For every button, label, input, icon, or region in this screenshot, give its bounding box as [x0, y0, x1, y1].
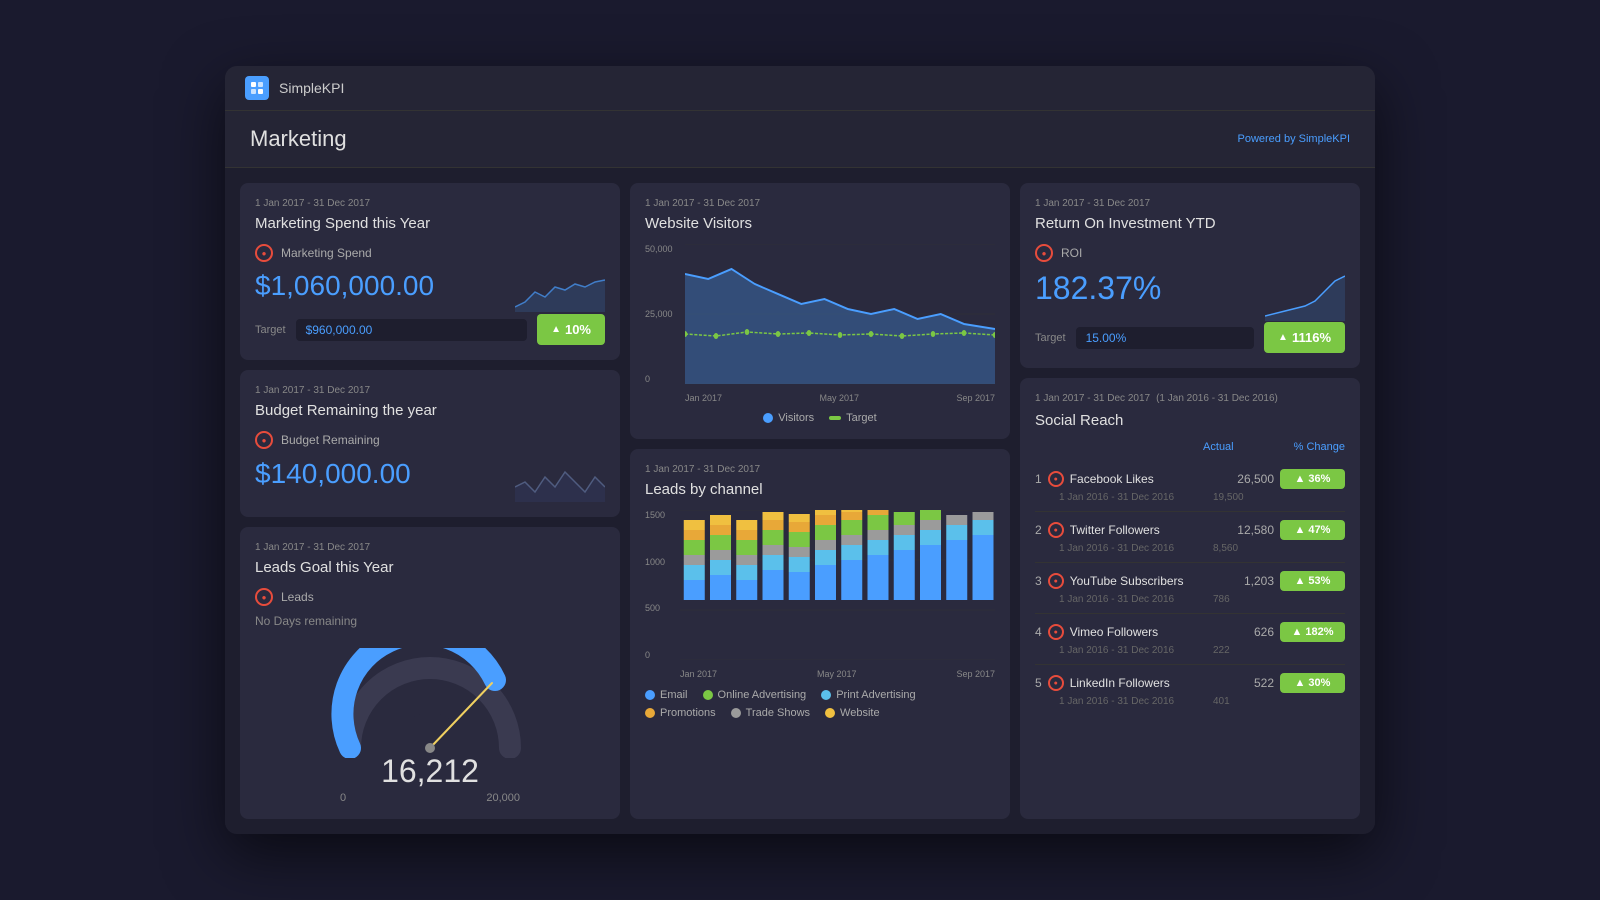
- app-window: SimpleKPI Marketing Powered by SimpleKPI…: [225, 66, 1375, 834]
- visitors-chart-svg: [685, 244, 995, 384]
- budget-remaining-icon: ●: [255, 431, 273, 449]
- marketing-spend-badge: ▲ 10%: [537, 314, 605, 345]
- page-title: Marketing: [250, 126, 347, 152]
- linkedin-icon: ●: [1048, 675, 1064, 691]
- app-title: SimpleKPI: [279, 80, 344, 96]
- social-reach-card: 1 Jan 2017 - 31 Dec 2017 (1 Jan 2016 - 3…: [1020, 378, 1360, 819]
- legend-visitors: Visitors: [763, 412, 814, 424]
- powered-by: Powered by SimpleKPI: [1237, 133, 1350, 145]
- social-item-2: 2 ● Twitter Followers 12,580 ▲47% 1 Jan …: [1035, 512, 1345, 563]
- website-visitors-chart: 50,000 25,000 0: [645, 244, 995, 404]
- leads-channel-date: 1 Jan 2017 - 31 Dec 2017: [645, 464, 995, 475]
- roi-target-row: Target 15.00% ▲ 1116%: [1035, 322, 1345, 353]
- social-reach-date2: (1 Jan 2016 - 31 Dec 2016): [1156, 393, 1278, 404]
- leads-goal-card: 1 Jan 2017 - 31 Dec 2017 Leads Goal this…: [240, 527, 620, 819]
- facebook-badge: ▲36%: [1280, 469, 1345, 489]
- vimeo-icon: ●: [1048, 624, 1064, 640]
- marketing-spend-card: 1 Jan 2017 - 31 Dec 2017 Marketing Spend…: [240, 183, 620, 360]
- budget-remaining-value: $140,000.00: [255, 458, 411, 490]
- leads-channel-x-labels: Jan 2017 May 2017 Sep 2017: [680, 669, 995, 679]
- leads-channel-svg: [680, 510, 995, 660]
- roi-icon: ●: [1035, 244, 1053, 262]
- twitter-icon: ●: [1048, 522, 1064, 538]
- roi-metric-row: ● ROI: [1035, 244, 1345, 262]
- roi-mini-chart: [1265, 271, 1345, 321]
- target-value: $960,000.00: [296, 319, 527, 341]
- website-visitors-card: 1 Jan 2017 - 31 Dec 2017 Website Visitor…: [630, 183, 1010, 439]
- leads-channel-legend: Email Online Advertising Print Advertisi…: [645, 689, 995, 719]
- budget-remaining-title: Budget Remaining the year: [255, 402, 605, 419]
- roi-target-value: 15.00%: [1076, 327, 1254, 349]
- marketing-spend-target-row: Target $960,000.00 ▲ 10%: [255, 314, 605, 345]
- linkedin-badge: ▲30%: [1280, 673, 1345, 693]
- leads-goal-date: 1 Jan 2017 - 31 Dec 2017: [255, 542, 605, 553]
- leads-goal-metric-row: ● Leads: [255, 588, 605, 606]
- website-visitors-title: Website Visitors: [645, 215, 995, 232]
- roi-date: 1 Jan 2017 - 31 Dec 2017: [1035, 198, 1345, 209]
- col-actual: Actual: [1203, 441, 1234, 453]
- legend-target: Target: [829, 412, 877, 424]
- vimeo-badge: ▲182%: [1280, 622, 1345, 642]
- website-visitors-legend: Visitors Target: [645, 412, 995, 424]
- gauge-range: 0 20,000: [340, 792, 520, 804]
- leads-channel-title: Leads by channel: [645, 481, 995, 498]
- facebook-icon: ●: [1048, 471, 1064, 487]
- header: Marketing Powered by SimpleKPI: [225, 111, 1375, 168]
- marketing-spend-title: Marketing Spend this Year: [255, 215, 605, 232]
- twitter-badge: ▲47%: [1280, 520, 1345, 540]
- gauge-min: 0: [340, 792, 346, 804]
- right-column: 1 Jan 2017 - 31 Dec 2017 Return On Inves…: [1020, 183, 1360, 819]
- marketing-spend-mini-chart: [515, 272, 605, 312]
- leads-icon: ●: [255, 588, 273, 606]
- app-logo: [245, 76, 269, 100]
- budget-remaining-mini-chart: [515, 457, 605, 502]
- youtube-icon: ●: [1048, 573, 1064, 589]
- marketing-spend-value: $1,060,000.00: [255, 270, 434, 302]
- social-item-4: 4 ● Vimeo Followers 626 ▲182% 1 Jan 2016…: [1035, 614, 1345, 665]
- roi-card: 1 Jan 2017 - 31 Dec 2017 Return On Inves…: [1020, 183, 1360, 368]
- roi-value: 182.37%: [1035, 270, 1161, 307]
- col-change: % Change: [1294, 441, 1345, 453]
- social-reach-date: 1 Jan 2017 - 31 Dec 2017: [1035, 393, 1150, 404]
- roi-title: Return On Investment YTD: [1035, 215, 1345, 232]
- no-days-label: No Days remaining: [255, 614, 605, 628]
- leads-by-channel-card: 1 Jan 2017 - 31 Dec 2017 Leads by channe…: [630, 449, 1010, 819]
- social-reach-title: Social Reach: [1035, 412, 1345, 429]
- budget-remaining-card: 1 Jan 2017 - 31 Dec 2017 Budget Remainin…: [240, 370, 620, 517]
- gauge-wrap: 16,212 0 20,000: [255, 638, 605, 804]
- social-reach-dates: 1 Jan 2017 - 31 Dec 2017 (1 Jan 2016 - 3…: [1035, 393, 1345, 410]
- gauge-max: 20,000: [486, 792, 520, 804]
- social-item-1: 1 ● Facebook Likes 26,500 ▲36% 1 Jan 201…: [1035, 461, 1345, 512]
- social-reach-col-headers: Actual % Change: [1035, 441, 1345, 453]
- left-column: 1 Jan 2017 - 31 Dec 2017 Marketing Spend…: [240, 183, 620, 819]
- gauge-chart: [330, 648, 530, 758]
- leads-metric-label: Leads: [281, 590, 314, 604]
- marketing-spend-icon: ●: [255, 244, 273, 262]
- roi-target-label: Target: [1035, 332, 1066, 344]
- social-item-5: 5 ● LinkedIn Followers 522 ▲30% 1 Jan 20…: [1035, 665, 1345, 715]
- leads-goal-title: Leads Goal this Year: [255, 559, 605, 576]
- title-bar: SimpleKPI: [225, 66, 1375, 111]
- dashboard: 1 Jan 2017 - 31 Dec 2017 Marketing Spend…: [225, 168, 1375, 834]
- target-label: Target: [255, 324, 286, 336]
- website-visitors-date: 1 Jan 2017 - 31 Dec 2017: [645, 198, 995, 209]
- youtube-badge: ▲53%: [1280, 571, 1345, 591]
- budget-remaining-date: 1 Jan 2017 - 31 Dec 2017: [255, 385, 605, 396]
- center-column: 1 Jan 2017 - 31 Dec 2017 Website Visitor…: [630, 183, 1010, 819]
- leads-channel-chart-wrap: 1500 1000 500 0: [645, 510, 995, 679]
- social-item-3: 3 ● YouTube Subscribers 1,203 ▲53% 1 Jan…: [1035, 563, 1345, 614]
- marketing-spend-metric-label: Marketing Spend: [281, 246, 372, 260]
- visitors-x-labels: Jan 2017 May 2017 Sep 2017: [685, 393, 995, 403]
- budget-remaining-metric-row: ● Budget Remaining: [255, 431, 605, 449]
- roi-badge: ▲ 1116%: [1264, 322, 1345, 353]
- marketing-spend-metric-row: ● Marketing Spend: [255, 244, 605, 262]
- budget-remaining-metric-label: Budget Remaining: [281, 433, 380, 447]
- roi-metric-label: ROI: [1061, 246, 1082, 260]
- marketing-spend-date: 1 Jan 2017 - 31 Dec 2017: [255, 198, 605, 209]
- gauge-value: 16,212: [381, 753, 479, 790]
